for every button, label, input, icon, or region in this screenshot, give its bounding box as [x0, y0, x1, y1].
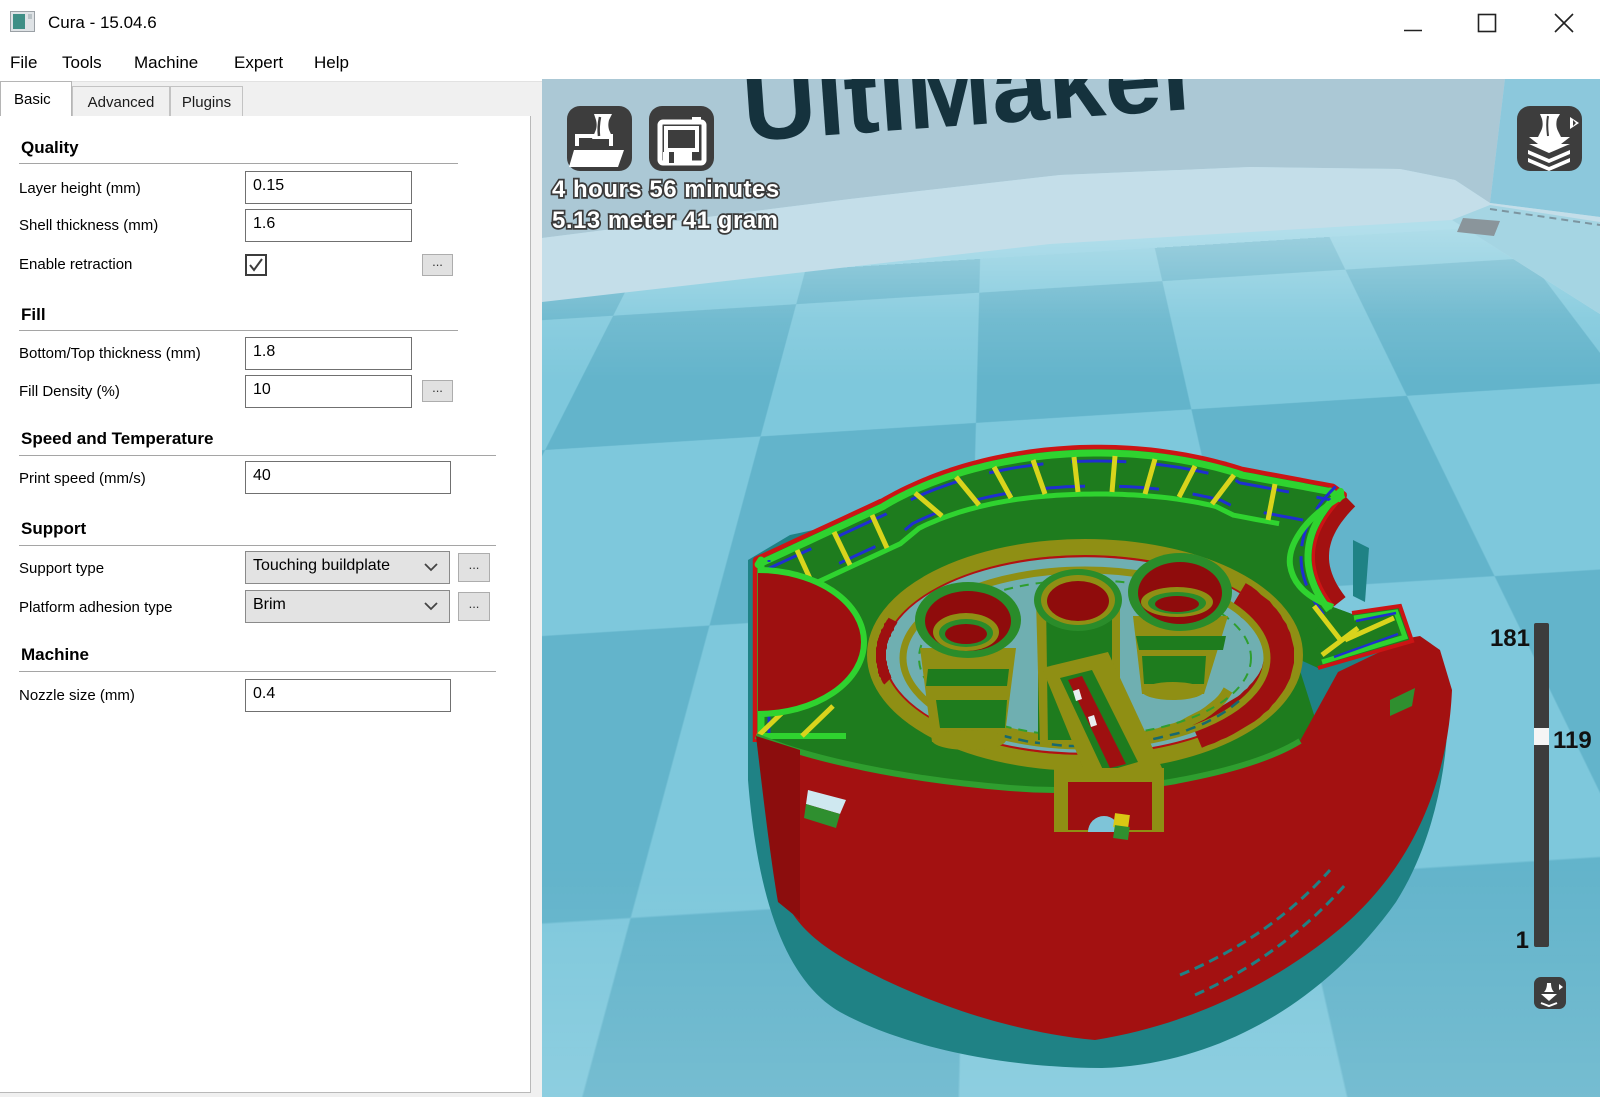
- svg-text:5.13 meter 41 gram: 5.13 meter 41 gram: [552, 207, 778, 234]
- svg-text:4 hours 56 minutes: 4 hours 56 minutes: [552, 176, 780, 203]
